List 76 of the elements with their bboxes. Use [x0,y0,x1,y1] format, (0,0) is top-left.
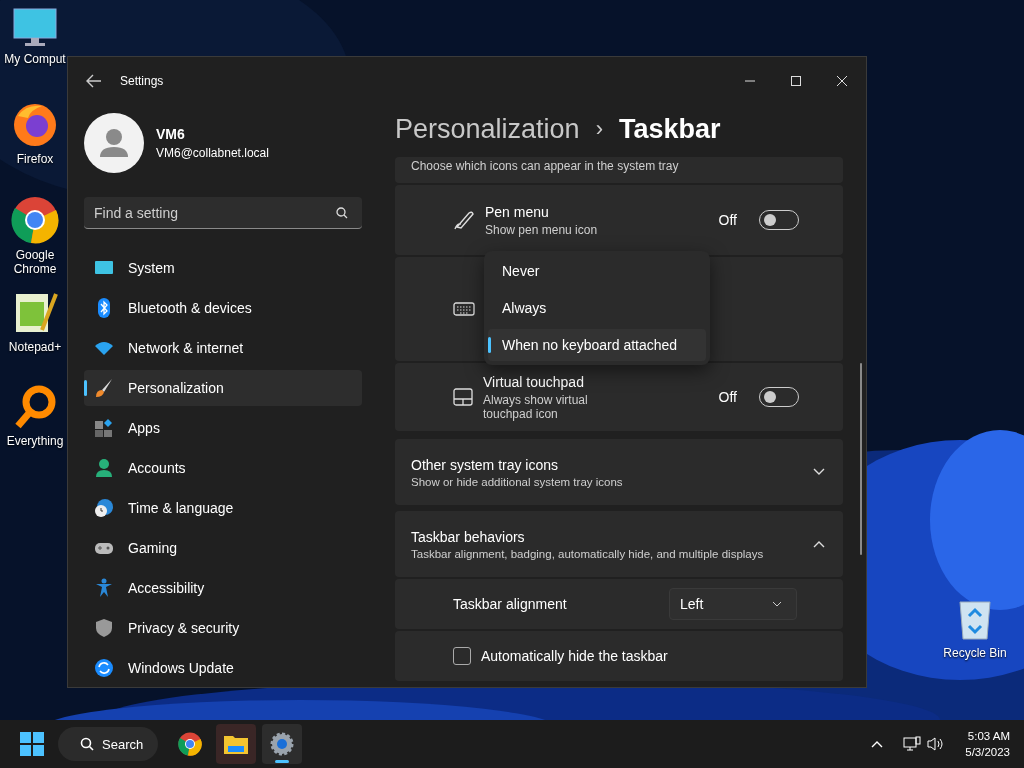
chrome-icon [178,732,202,756]
nav-item[interactable]: Time & language [84,490,362,526]
settings-taskbar-button[interactable] [262,724,302,764]
pen-icon [453,209,475,231]
explorer-taskbar-button[interactable] [216,724,256,764]
close-icon[interactable] [836,75,848,87]
desktop-icon-label[interactable]: Everything [6,434,64,448]
expander-header[interactable]: Other system tray icons Show or hide additional system tray icons [395,439,843,505]
nav-item[interactable]: System [84,250,362,286]
accessibility-icon [94,578,114,598]
monitor-icon[interactable] [13,8,57,48]
taskbar-search[interactable]: Search [58,727,158,761]
browser-icon[interactable] [12,102,58,148]
folder-icon [224,733,248,755]
checkbox[interactable] [453,647,471,665]
setting-title: Taskbar alignment [453,596,567,612]
desktop-icon-label[interactable]: Recycle Bin [943,646,1007,660]
page-title: Taskbar [618,113,721,145]
setting-title: Virtual touchpad [483,373,585,390]
scrollbar[interactable] [860,363,862,555]
back-arrow-icon[interactable] [86,74,102,88]
checkbox-label: Automatically hide the taskbar [481,648,668,664]
maximize-icon[interactable] [790,75,802,87]
network-icon[interactable] [903,736,922,752]
chevron-up-icon[interactable] [871,740,884,748]
clock-date[interactable]: 5/3/2023 [965,746,1010,758]
window-title: Settings [120,74,164,88]
accounts-icon [94,458,114,478]
desktop-icon-label[interactable]: Google Chrome [4,248,66,276]
section-description: Choose which icons can appear in the system tray [411,159,679,173]
user-email: VM6@collabnet.local [156,146,269,160]
keyboard-icon [453,301,475,317]
section-description: Show or hide additional system tray icons [411,475,623,488]
nav-item[interactable]: Gaming [84,530,362,566]
search-icon [336,207,348,219]
section-title: Other system tray icons [411,456,560,473]
clock-time[interactable]: 5:03 AM [967,730,1010,742]
nav-item[interactable]: Network & internet [84,330,362,366]
breadcrumb-separator: › [595,116,603,142]
menu-option[interactable]: Never [488,255,706,287]
desktop-icon-label[interactable]: My Comput [4,52,66,66]
user-name: VM6 [156,126,186,142]
nav-item[interactable]: Personalization [84,370,362,406]
search-field[interactable]: Find a setting [84,197,362,229]
volume-icon[interactable] [927,736,946,752]
update-icon [94,658,114,678]
desktop-icon-label[interactable]: Firefox [16,152,54,166]
nav-item[interactable]: Windows Update [84,650,362,686]
setting-title: Pen menu [485,203,550,220]
nav-item[interactable]: Accessibility [84,570,362,606]
avatar-icon [84,113,144,173]
setting-description: Always show virtual touchpad icon [483,392,589,421]
setting-description: Show pen menu icon [485,222,599,237]
gear-icon [270,732,294,756]
desktop-icon-label[interactable]: Notepad+ [8,340,62,354]
breadcrumb-parent[interactable]: Personalization [395,113,580,145]
menu-option[interactable]: Always [488,292,706,324]
touchpad-icon [453,388,473,406]
section-description: Taskbar alignment, badging, automatically hide, and multiple displays [411,547,764,560]
privacy-icon [94,618,114,638]
menu-option[interactable]: When no keyboard attached [488,329,706,361]
expander-header[interactable]: Taskbar behaviors Taskbar alignment, badging, automatically hide, and multiple displays [395,511,843,577]
nav-item[interactable]: Apps [84,410,362,446]
search-icon [80,737,94,751]
toggle-state: Off [718,212,737,228]
toggle-state: Off [718,389,737,405]
start-icon[interactable] [20,732,44,756]
caret-icon [772,601,782,607]
chrome-icon[interactable] [11,196,59,244]
nav-item[interactable]: Privacy & security [84,610,362,646]
alignment-dropdown[interactable]: Left [669,588,797,620]
time-icon [94,498,114,518]
nav-item[interactable]: Bluetooth & devices [84,290,362,326]
section-title: Taskbar behaviors [411,528,526,545]
apps-icon [94,418,114,438]
nav-item[interactable]: Accounts [84,450,362,486]
